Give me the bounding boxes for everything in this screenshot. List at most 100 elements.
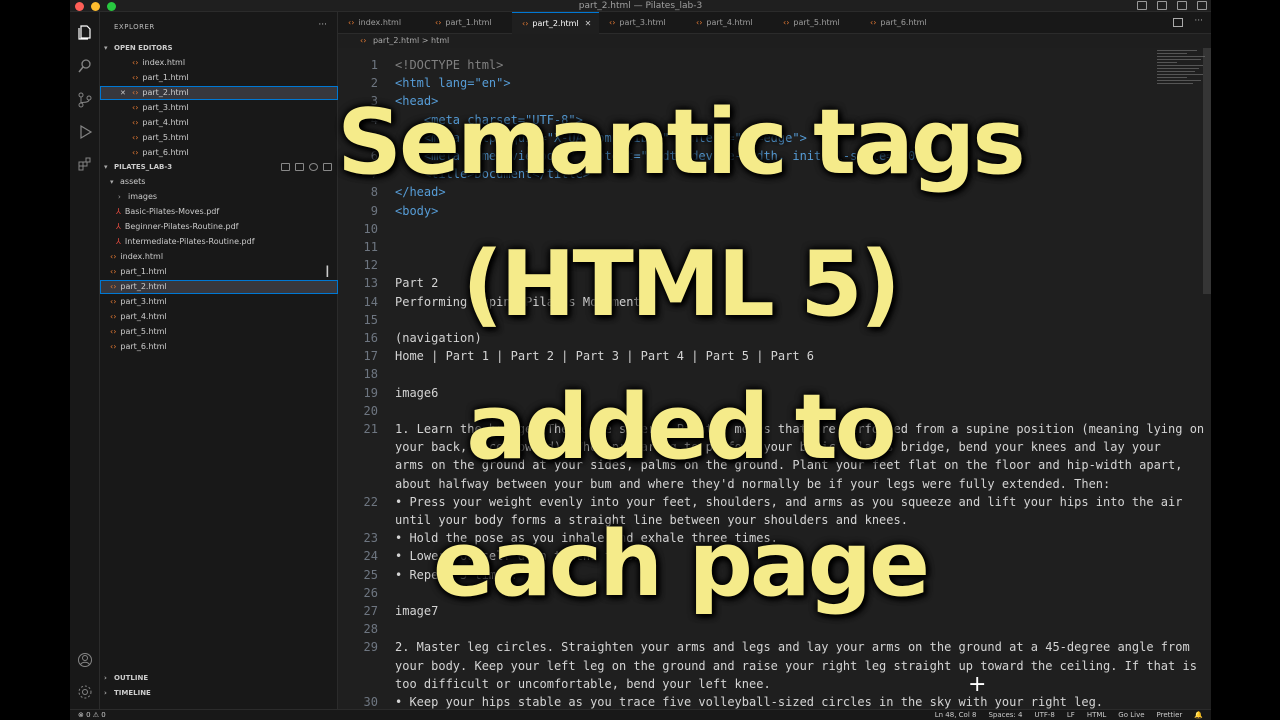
run-debug-icon[interactable] xyxy=(77,124,93,140)
folder-assets[interactable]: ▾ assets xyxy=(100,175,338,189)
customize-layout-icon[interactable] xyxy=(1197,1,1207,10)
tab-part_2-html[interactable]: ‹› part_2.html ✕ xyxy=(512,12,599,34)
pdf-file-item[interactable]: ⅄ Beginner-Pilates-Routine.pdf xyxy=(100,220,338,234)
timeline-section[interactable]: › TIMELINE xyxy=(100,686,338,700)
code-line: 1. Learn the bridge. There are several P… xyxy=(395,422,1205,436)
notifications-bell-icon[interactable]: 🔔 xyxy=(1194,710,1203,720)
line-number: 6 xyxy=(370,149,378,163)
code-line: image7 xyxy=(395,604,439,618)
line-number: 9 xyxy=(370,203,378,218)
open-editor-item[interactable]: ‹› part_1.html xyxy=(100,71,338,85)
folder-images[interactable]: › images xyxy=(100,190,338,204)
pdf-file-item[interactable]: ⅄ Basic-Pilates-Moves.pdf xyxy=(100,205,338,219)
pdf-file-icon: ⅄ xyxy=(116,237,121,246)
account-icon[interactable] xyxy=(77,652,93,668)
line-number: 12 xyxy=(363,258,378,273)
split-editor-icon[interactable] xyxy=(1173,18,1183,27)
open-editor-item[interactable]: ✕ ‹› part_2.html xyxy=(100,86,338,100)
collapse-all-icon[interactable] xyxy=(323,163,332,171)
breadcrumb-file[interactable]: part_2.html xyxy=(373,36,419,45)
file-item[interactable]: ‹› part_6.html xyxy=(100,340,338,354)
open-editor-item[interactable]: ‹› part_4.html xyxy=(100,116,338,130)
end-of-line[interactable]: LF xyxy=(1067,710,1075,720)
outline-section[interactable]: › OUTLINE xyxy=(100,671,338,685)
file-item[interactable]: ‹› part_3.html xyxy=(100,295,338,309)
toggle-panel-icon[interactable] xyxy=(1157,1,1167,10)
editor-tabs: ‹› index.html ‹› part_1.html ‹› part_2.html ✕ ‹… xyxy=(338,12,1211,34)
code-line: • Hold the pose as you inhale and exhale… xyxy=(395,531,778,546)
more-actions-icon[interactable]: ··· xyxy=(1194,16,1203,26)
html-file-icon: ‹› xyxy=(132,118,139,127)
line-number: 23 xyxy=(363,531,378,546)
code-editor[interactable]: 1 <!DOCTYPE html> 2 <html lang="en"> 3 <head>… xyxy=(338,48,1211,709)
title-bar: part_2.html — Pilates_lab-3 xyxy=(70,0,1211,12)
code-line: </head> xyxy=(395,185,446,200)
pdf-file-icon: ⅄ xyxy=(116,222,121,231)
source-control-icon[interactable] xyxy=(77,92,93,108)
breadcrumb-separator: > xyxy=(421,36,429,45)
project-section[interactable]: ▾ PILATES_LAB-3 xyxy=(100,160,338,174)
toggle-secondary-sidebar-icon[interactable] xyxy=(1177,1,1187,10)
code-line: until your body forms a straight line be… xyxy=(395,513,908,527)
search-icon[interactable] xyxy=(77,58,93,74)
file-item[interactable]: ‹› index.html xyxy=(100,250,338,264)
tab-label: part_4.html xyxy=(706,18,753,27)
encoding[interactable]: UTF-8 xyxy=(1034,710,1054,720)
chevron-down-icon: ▾ xyxy=(110,178,114,186)
open-editor-item[interactable]: ‹› index.html xyxy=(100,56,338,70)
file-label: Basic-Pilates-Moves.pdf xyxy=(124,207,220,216)
pdf-file-item[interactable]: ⅄ Intermediate-Pilates-Routine.pdf xyxy=(100,235,338,249)
open-editor-item[interactable]: ‹› part_3.html xyxy=(100,101,338,115)
tab-part_5-html[interactable]: ‹› part_5.html xyxy=(773,12,860,34)
vertical-scrollbar[interactable] xyxy=(1203,48,1211,294)
line-number: 30 xyxy=(363,695,378,709)
file-item[interactable]: ‹› part_1.html xyxy=(100,265,338,279)
line-number: 17 xyxy=(363,349,378,364)
html-file-icon: ‹› xyxy=(870,18,877,27)
breadcrumb: ‹› part_2.html > html xyxy=(338,34,449,48)
html-file-icon: ‹› xyxy=(132,148,139,157)
open-editors-section[interactable]: ▾ OPEN EDITORS xyxy=(100,41,338,55)
code-line: Performing Supine Pilates Movements xyxy=(395,294,648,309)
file-label: index.html xyxy=(120,252,164,261)
code-line: too difficult or uncomfortable, bend you… xyxy=(395,676,771,691)
new-folder-icon[interactable] xyxy=(295,163,304,171)
file-item[interactable]: ‹› part_4.html xyxy=(100,310,338,324)
problems-indicator[interactable]: ⊗ 0 ⚠ 0 xyxy=(78,710,106,720)
html-file-icon: ‹› xyxy=(110,342,117,351)
refresh-icon[interactable] xyxy=(309,163,318,171)
tab-part_3-html[interactable]: ‹› part_3.html xyxy=(599,12,686,34)
line-number: 2 xyxy=(370,76,378,91)
file-item[interactable]: ‹› part_5.html xyxy=(100,325,338,339)
chevron-right-icon: › xyxy=(118,193,121,201)
line-number: 1 xyxy=(370,58,378,72)
file-label: part_2.html xyxy=(120,282,167,291)
go-live-button[interactable]: Go Live xyxy=(1118,710,1144,720)
more-actions-icon[interactable]: ··· xyxy=(318,20,327,30)
html-file-icon: ‹› xyxy=(110,282,117,291)
window-title: part_2.html — Pilates_lab-3 xyxy=(578,1,703,11)
open-editor-item[interactable]: ‹› part_5.html xyxy=(100,131,338,145)
indentation[interactable]: Spaces: 4 xyxy=(988,710,1022,720)
toggle-sidebar-icon[interactable] xyxy=(1137,1,1147,10)
language-mode[interactable]: HTML xyxy=(1087,710,1106,720)
html-file-icon: ‹› xyxy=(132,73,139,82)
extensions-icon[interactable] xyxy=(77,156,93,172)
file-label: index.html xyxy=(142,58,186,67)
tab-part_1-html[interactable]: ‹› part_1.html xyxy=(425,12,512,34)
settings-gear-icon[interactable] xyxy=(77,684,93,700)
prettier-button[interactable]: Prettier xyxy=(1157,710,1183,720)
explorer-icon[interactable] xyxy=(77,24,93,40)
tab-part_6-html[interactable]: ‹› part_6.html xyxy=(860,12,947,34)
activity-bar xyxy=(70,12,100,709)
tab-label: part_3.html xyxy=(619,18,666,27)
open-editor-item[interactable]: ‹› part_6.html xyxy=(100,146,338,160)
tab-part_4-html[interactable]: ‹› part_4.html xyxy=(686,12,773,34)
tab-index-html[interactable]: ‹› index.html xyxy=(338,12,425,34)
file-item[interactable]: ‹› part_2.html xyxy=(100,280,338,294)
breadcrumb-node[interactable]: html xyxy=(431,36,449,45)
cursor-position[interactable]: Ln 48, Col 8 xyxy=(935,710,977,720)
line-number: 29 xyxy=(363,640,378,655)
new-file-icon[interactable] xyxy=(281,163,290,171)
code-line: Part 2 xyxy=(395,276,439,291)
